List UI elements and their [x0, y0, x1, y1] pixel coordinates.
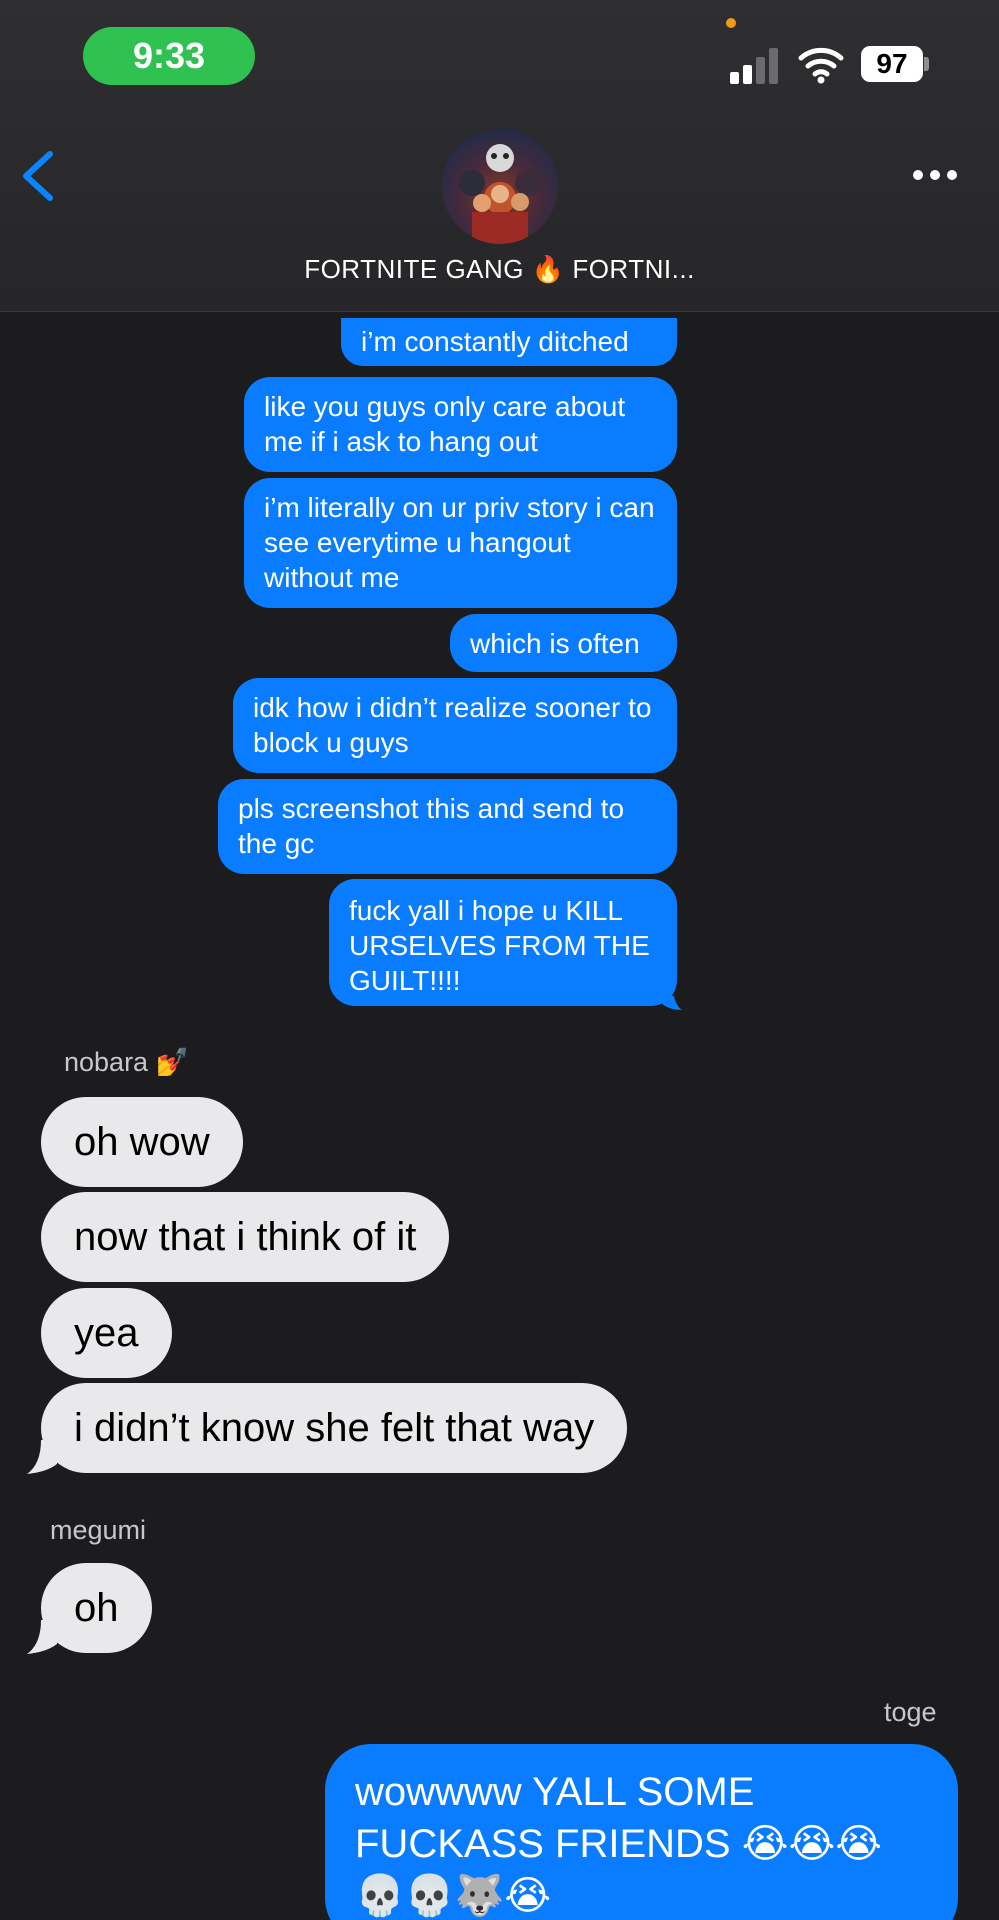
message-text: like you guys only care about me if i as… — [264, 391, 626, 457]
incoming-message[interactable]: now that i think of it — [41, 1192, 450, 1282]
outgoing-message[interactable]: pls screenshot this and send to the gc — [218, 779, 677, 874]
message-text: yea — [74, 1311, 139, 1355]
message-text: wowwww YALL SOME FUCKASS FRIENDS 😭😭😭 💀💀🐺… — [355, 1770, 882, 1918]
cellular-signal-icon — [730, 46, 782, 84]
group-name[interactable]: FORTNITE GANG 🔥 FORTNI... — [0, 254, 999, 285]
message-text: oh wow — [74, 1120, 210, 1164]
battery-level: 97 — [861, 46, 923, 82]
incoming-message[interactable]: oh — [41, 1563, 152, 1653]
message-text: fuck yall i hope u KILL URSELVES FROM TH… — [349, 895, 650, 996]
outgoing-message[interactable]: i’m literally on ur priv story i can see… — [244, 478, 677, 608]
group-avatar[interactable] — [442, 128, 558, 244]
status-time[interactable]: 9:33 — [83, 27, 255, 85]
message-text: pls screenshot this and send to the gc — [238, 793, 625, 859]
battery-icon: 97 — [861, 46, 929, 82]
message-text: which is often — [470, 628, 640, 659]
outgoing-message[interactable]: like you guys only care about me if i as… — [244, 377, 677, 472]
sender-name: megumi — [50, 1515, 147, 1545]
message-text: i didn’t know she felt that way — [74, 1406, 595, 1450]
incoming-bubble-tail — [27, 1620, 57, 1654]
outgoing-message[interactable]: wowwww YALL SOME FUCKASS FRIENDS 😭😭😭 💀💀🐺… — [325, 1744, 958, 1920]
message-text: oh — [74, 1586, 119, 1630]
outgoing-message[interactable]: fuck yall i hope u KILL URSELVES FROM TH… — [329, 879, 677, 1006]
incoming-message[interactable]: i didn’t know she felt that way — [41, 1383, 628, 1473]
wifi-icon — [798, 47, 844, 84]
more-options-icon[interactable] — [905, 160, 965, 190]
message-text: i’m constantly ditched — [361, 326, 629, 357]
outgoing-message[interactable]: which is often — [450, 614, 677, 672]
back-chevron-icon[interactable] — [18, 148, 58, 204]
incoming-bubble-tail — [27, 1440, 57, 1474]
camera-indicator-dot — [726, 18, 736, 28]
message-text: idk how i didn’t realize sooner to block… — [253, 692, 652, 758]
outgoing-bubble-tail — [662, 996, 682, 1010]
sender-name: toge — [884, 1697, 937, 1727]
outgoing-message[interactable]: idk how i didn’t realize sooner to block… — [233, 678, 677, 773]
message-text: i’m literally on ur priv story i can see… — [264, 492, 655, 593]
sender-name: nobara 💅 — [64, 1047, 190, 1077]
incoming-message[interactable]: yea — [41, 1288, 172, 1378]
conversation-header: 9:33 97 FORTNITE GANG 🔥 FORTNI... — [0, 0, 999, 312]
message-text: now that i think of it — [74, 1215, 417, 1259]
outgoing-message[interactable]: i’m constantly ditched — [341, 318, 677, 366]
incoming-message[interactable]: oh wow — [41, 1097, 243, 1187]
